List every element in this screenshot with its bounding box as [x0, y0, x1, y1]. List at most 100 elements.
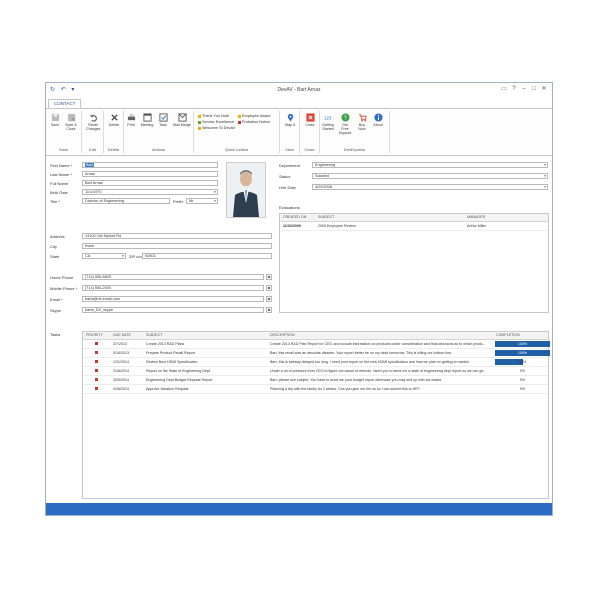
letter-employee-award[interactable]: Employee Award	[238, 114, 270, 118]
ribbon-group-actions: Print Meeting Task Mail Merge Actions	[124, 111, 194, 153]
home-phone-field[interactable]: (714) 555-8829	[82, 274, 264, 280]
column-header-priority[interactable]: PRIORITY	[86, 333, 103, 337]
column-header-subject[interactable]: SUBJECT	[146, 333, 162, 337]
save-close-button[interactable]: Save & Close	[64, 113, 78, 131]
about-button[interactable]: About	[371, 113, 385, 127]
table-row[interactable]: 11/30/2009 2009 Employee Review Arthur M…	[280, 222, 548, 231]
priority-icon	[95, 342, 98, 345]
evaluations-grid[interactable]: CREATED ON SUBJECT MANAGER 11/30/2009 20…	[279, 213, 549, 313]
column-header-description[interactable]: DESCRIPTION	[270, 333, 295, 337]
close-button[interactable]: Close	[303, 113, 317, 127]
minimize-icon[interactable]: –	[519, 86, 529, 92]
chevron-down-icon[interactable]: ▾	[213, 199, 217, 203]
email-field[interactable]: barta@dx-email.com	[82, 296, 264, 302]
task-description: Planning a trip with the family for 2 we…	[270, 387, 420, 391]
first-name-field[interactable]: Bart	[82, 162, 218, 168]
table-row[interactable]: 2/7/2013 Create 2013 R&D Plans Create 2013…	[83, 340, 550, 349]
mobile-phone-field[interactable]: (714) 555-2000	[82, 285, 264, 291]
table-row[interactable]: 1/31/2014 Review New HDMI Specification Ba…	[83, 358, 548, 367]
buy-now-button[interactable]: Buy Now	[355, 113, 369, 131]
priority-icon	[95, 360, 98, 363]
department-select[interactable]: Engineering ▾	[312, 162, 548, 168]
chevron-down-icon[interactable]: ▾	[121, 254, 125, 258]
getting-started-button[interactable]: 123 Getting Started	[321, 113, 335, 131]
get-free-support-button[interactable]: ? Get Free Support	[338, 113, 352, 135]
last-name-field[interactable]: Arnaz	[82, 171, 218, 177]
column-header-manager[interactable]: MANAGER	[467, 215, 485, 219]
reset-changes-button[interactable]: Reset Changes	[86, 113, 100, 131]
mobile-call-icon[interactable]	[266, 285, 272, 291]
task-description: Bart, this is already delayed too long. …	[270, 360, 470, 364]
task-icon	[158, 113, 168, 122]
task-due-date: 1/31/2014	[113, 360, 129, 364]
skype-field[interactable]: barta_DX_skype	[82, 307, 264, 313]
hire-date-value: 4/29/2008	[315, 185, 332, 189]
cart-icon	[358, 114, 367, 122]
birth-date-field[interactable]: 11/1/1970 ▾	[82, 189, 218, 195]
send-email-icon[interactable]	[266, 296, 272, 302]
skype-call-icon[interactable]	[266, 307, 272, 313]
chevron-down-icon[interactable]: ▾	[543, 163, 547, 167]
letter-probation-notice[interactable]: Probation Notice	[238, 120, 270, 124]
address-field[interactable]: 13109 Old Myford Rd	[82, 233, 272, 239]
phone-call-icon[interactable]	[266, 274, 272, 280]
letter-welcome[interactable]: Welcome To DevAV	[198, 126, 235, 130]
ribbon-group-edit: Reset Changes Edit	[82, 111, 104, 153]
ribbon-group-devexpress: 123 Getting Started ? Get Free Support B…	[320, 111, 390, 153]
table-row[interactable]: 3/25/2014 Engineering Dept Budget Request…	[83, 376, 548, 385]
table-row[interactable]: 4/26/2014 Approve Vacation Request Plannin…	[83, 385, 548, 394]
chevron-down-icon[interactable]: ▾	[543, 185, 547, 189]
tasks-grid[interactable]: PRIORITY DUE DATE SUBJECT DESCRIPTION CO…	[82, 331, 550, 499]
letter-service-excellence[interactable]: Service Excellence	[198, 120, 234, 124]
group-label: View	[285, 147, 294, 152]
map-pin-icon	[287, 113, 293, 122]
tab-contact[interactable]: CONTACT	[48, 99, 82, 108]
maximize-icon[interactable]: □	[529, 86, 539, 92]
hire-date-field[interactable]: 4/29/2008 ▾	[312, 184, 548, 190]
save-button[interactable]: Save	[48, 113, 62, 127]
letter-thank-you-note[interactable]: Thank You Note	[198, 114, 229, 118]
priority-icon	[95, 351, 98, 354]
map-it-button[interactable]: Map It	[283, 113, 297, 127]
evaluation-created: 11/30/2009	[283, 224, 301, 228]
column-header-due-date[interactable]: DUE DATE	[113, 333, 131, 337]
evaluation-subject: 2009 Employee Review	[318, 224, 356, 228]
task-subject: Review New HDMI Specification	[146, 360, 198, 364]
group-label: Close	[304, 147, 315, 152]
column-header-created-on[interactable]: CREATED ON	[283, 215, 306, 219]
letter-icon	[198, 114, 201, 118]
task-button[interactable]: Task	[156, 113, 170, 127]
title-field[interactable]: Director of Engineering	[82, 198, 170, 204]
status-label: Status	[279, 174, 291, 179]
city-field[interactable]: Irvine	[82, 243, 272, 249]
column-header-subject[interactable]: SUBJECT	[318, 215, 334, 219]
chevron-down-icon[interactable]: ▾	[213, 190, 217, 194]
task-subject: Approve Vacation Request	[146, 387, 189, 391]
prefix-select[interactable]: Mr ▾	[186, 198, 218, 204]
close-icon[interactable]: ✕	[539, 85, 549, 92]
save-close-icon	[67, 113, 75, 122]
table-row[interactable]: 2/16/2014 Report on the State of Engineer…	[83, 367, 548, 376]
skype-label: Skype	[50, 308, 62, 313]
tasks-header: PRIORITY DUE DATE SUBJECT DESCRIPTION CO…	[83, 332, 548, 340]
task-description: Create 2013 R&D Plan Report for CEO and …	[270, 342, 486, 346]
chevron-down-icon[interactable]: ▾	[543, 174, 547, 178]
meeting-button[interactable]: Meeting	[140, 113, 154, 127]
restore-ribbon-icon[interactable]: ▭	[499, 85, 509, 92]
print-button[interactable]: Print	[124, 113, 138, 127]
help-icon[interactable]: ?	[509, 86, 519, 92]
excellence-icon	[198, 120, 201, 124]
email-label: Email *	[50, 297, 63, 302]
tab-bar: CONTACT	[46, 99, 552, 109]
zip-field[interactable]: 92602	[142, 253, 272, 259]
state-select[interactable]: CA ▾	[82, 253, 126, 259]
mail-merge-button[interactable]: Mail Merge	[173, 113, 191, 127]
delete-button[interactable]: Delete	[107, 113, 121, 127]
status-select[interactable]: Salaried ▾	[312, 173, 548, 179]
contact-photo[interactable]	[226, 162, 266, 218]
ribbon-group-delete: Delete Delete	[104, 111, 124, 153]
column-header-completion[interactable]: COMPLETION	[496, 333, 520, 337]
completion-text: 0%	[519, 378, 526, 382]
table-row[interactable]: 5/16/2013 Prepare Product Recall Report Ba…	[83, 349, 550, 358]
full-name-field[interactable]: Bart Arnaz	[82, 180, 218, 186]
